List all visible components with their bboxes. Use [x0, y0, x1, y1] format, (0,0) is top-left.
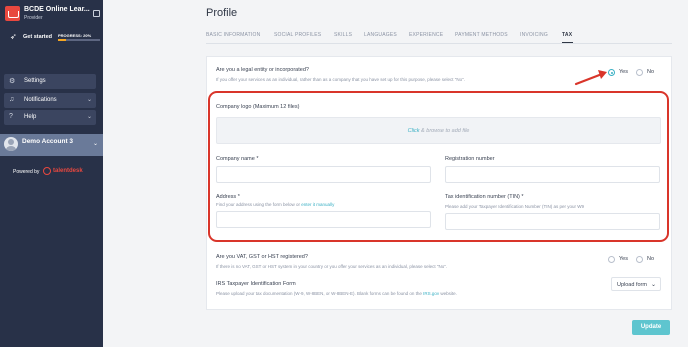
tabs-divider	[206, 43, 672, 44]
enter-manually-link[interactable]: enter it manually	[301, 202, 334, 207]
brand[interactable]: BCDE Online Lear... Provider	[5, 6, 100, 22]
dropzone-text: Click & browse to add file	[217, 128, 660, 134]
tab-social-profiles[interactable]: SOCIAL PROFILES	[274, 32, 321, 38]
sidebar: BCDE Online Lear... Provider ➶ Get start…	[0, 0, 103, 347]
address-input[interactable]	[216, 211, 431, 228]
brand-logo-icon	[5, 6, 20, 21]
legal-entity-help: If you offer your services as an individ…	[216, 77, 465, 82]
irs-gov-link[interactable]: IRS.gov	[423, 291, 439, 296]
vat-help: If there is no VAT, GST or HST system in…	[216, 264, 448, 269]
chevron-down-icon: ⌄	[86, 114, 92, 120]
rocket-icon: ➶	[10, 32, 17, 41]
tab-invoicing[interactable]: INVOICING	[520, 32, 548, 38]
tab-experience[interactable]: EXPERIENCE	[409, 32, 443, 38]
talentdesk-logo-icon	[43, 167, 51, 175]
chevron-down-icon: ⌄	[650, 282, 656, 288]
address-help-text: Find your address using the form below o…	[216, 202, 302, 207]
tab-skills[interactable]: SKILLS	[334, 32, 352, 38]
legal-entity-yes-label[interactable]: Yes	[619, 69, 628, 75]
account-name: Demo Account 3	[22, 138, 74, 145]
chevron-down-icon: ⌄	[86, 97, 92, 103]
progress-bar	[58, 39, 100, 41]
company-logo-dropzone[interactable]: Click & browse to add file	[216, 117, 661, 144]
progress-fill	[58, 39, 67, 41]
vat-no-radio[interactable]	[636, 256, 643, 263]
tab-languages[interactable]: LANGUAGES	[364, 32, 397, 38]
registration-number-label: Registration number	[445, 156, 495, 162]
tin-input[interactable]	[445, 213, 660, 230]
brand-name: BCDE Online Lear...	[24, 6, 90, 13]
irs-form-label: IRS Taxpayer Identification Form	[216, 281, 296, 287]
bell-icon: ♫	[9, 96, 15, 103]
powered-by-label: Powered by	[13, 169, 40, 175]
legal-entity-no-label[interactable]: No	[647, 69, 654, 75]
irs-help-text: Please upload your tax documentation (W-…	[216, 291, 424, 296]
sidebar-item-label: Help	[24, 114, 37, 120]
upload-form-value: Upload form	[617, 282, 647, 288]
irs-help-end: website.	[439, 291, 457, 296]
registration-number-input[interactable]	[445, 166, 660, 183]
sidebar-item-label: Notifications	[24, 97, 57, 103]
page-title: Profile	[206, 7, 238, 19]
tab-basic-information[interactable]: BASIC INFORMATION	[206, 32, 260, 38]
brand-role: Provider	[24, 15, 43, 21]
irs-form-help: Please upload your tax documentation (W-…	[216, 291, 457, 296]
chevron-down-icon: ⌄	[92, 141, 98, 147]
gear-icon: ⚙	[9, 78, 16, 85]
tab-payment-methods[interactable]: PAYMENT METHODS	[455, 32, 508, 38]
vat-yes-label[interactable]: Yes	[619, 256, 628, 262]
tin-label: Tax identification number (TIN) *	[445, 194, 524, 200]
annotation-arrow-icon	[574, 70, 607, 86]
address-help: Find your address using the form below o…	[216, 202, 334, 207]
company-name-input[interactable]	[216, 166, 431, 183]
vat-no-label[interactable]: No	[647, 256, 654, 262]
upload-form-select[interactable]: Upload form ⌄	[611, 277, 661, 291]
legal-entity-no-radio[interactable]	[636, 69, 643, 76]
help-icon: ?	[9, 113, 13, 120]
talentdesk-name: talentdesk	[53, 168, 83, 174]
sidebar-item-settings[interactable]: ⚙ Settings	[4, 74, 96, 89]
sidebar-item-help[interactable]: ? Help ⌄	[4, 110, 96, 125]
update-button[interactable]: Update	[632, 320, 670, 335]
dropzone-text-rest: & browse to add file	[419, 128, 470, 134]
company-logo-label: Company logo (Maximum 12 files)	[216, 104, 300, 110]
avatar	[4, 137, 18, 151]
progress-label: PROGRESS: 20%	[58, 33, 92, 38]
address-label: Address *	[216, 194, 240, 200]
tab-tax[interactable]: TAX	[562, 32, 572, 38]
company-name-label: Company name *	[216, 156, 259, 162]
sidebar-item-notifications[interactable]: ♫ Notifications ⌄	[4, 93, 96, 108]
dropzone-click-link[interactable]: Click	[408, 128, 420, 134]
get-started[interactable]: ➶ Get started PROGRESS: 20%	[10, 32, 100, 44]
sidebar-item-label: Settings	[24, 78, 46, 84]
legal-entity-question: Are you a legal entity or incorporated?	[216, 67, 309, 73]
powered-by: Powered by talentdesk	[13, 167, 93, 176]
vat-question: Are you VAT, GST or HST registered?	[216, 254, 308, 260]
vat-yes-radio[interactable]	[608, 256, 615, 263]
tin-help: Please add your Taxpayer Identification …	[445, 204, 584, 209]
get-started-label: Get started	[23, 34, 53, 40]
account-switcher[interactable]: Demo Account 3 ⌄	[0, 134, 103, 156]
switch-org-icon[interactable]	[93, 10, 100, 17]
